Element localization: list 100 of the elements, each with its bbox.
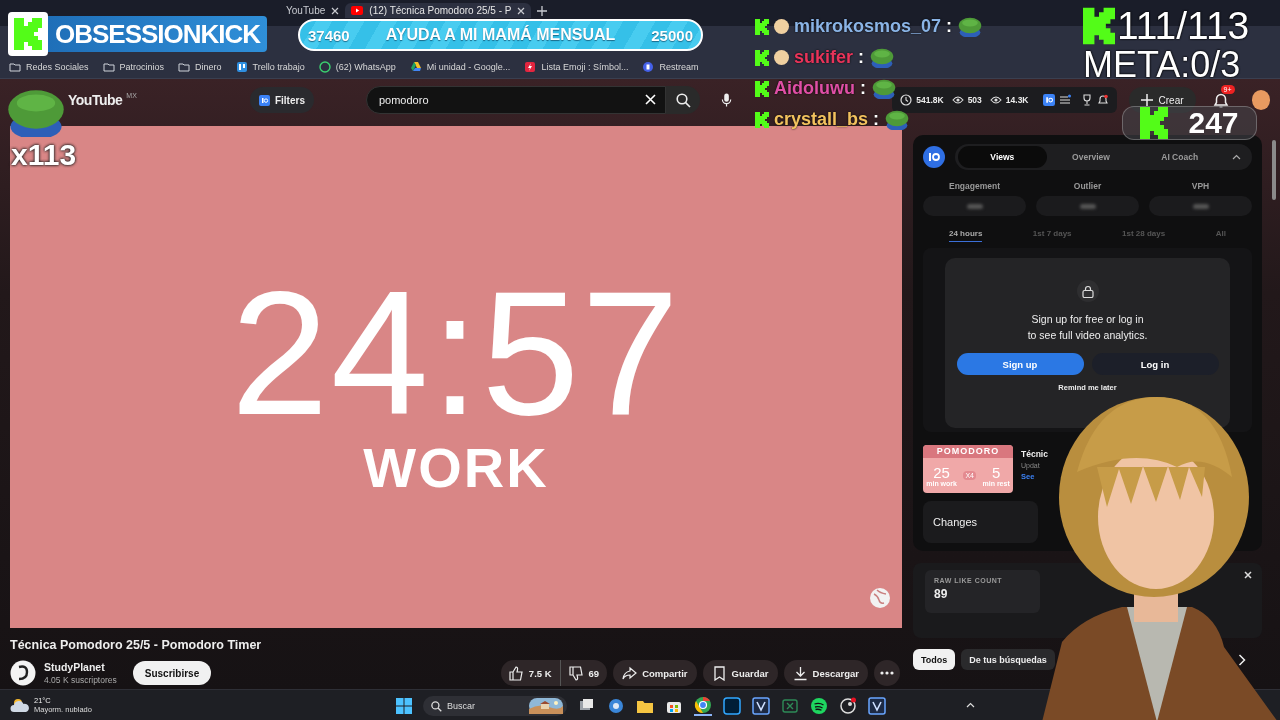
filters-button[interactable]: Filters <box>249 87 314 113</box>
windows-start-icon[interactable] <box>396 698 412 714</box>
filter-chip[interactable]: Todos <box>913 649 956 670</box>
filter-chip[interactable]: De tus búsquedas <box>961 649 1055 670</box>
thumbs-down-icon <box>568 665 584 681</box>
chat-separator: : <box>860 78 866 99</box>
goal-current: 37460 <box>308 26 350 44</box>
bookmark-link[interactable]: Mi unidad - Google... <box>409 61 511 73</box>
metric-label: Outlier <box>1073 181 1102 191</box>
gear-icon[interactable] <box>607 697 625 715</box>
video-title: Técnic <box>1021 449 1048 459</box>
bookmark-link[interactable]: Patrocinios <box>102 61 165 73</box>
stat-value: 89 <box>934 587 949 601</box>
microphone-icon[interactable] <box>721 92 733 108</box>
trophy-icon[interactable] <box>1080 94 1093 106</box>
globe-icon <box>869 587 891 609</box>
close-icon[interactable] <box>517 6 526 15</box>
analytics-tab[interactable]: AI Coach <box>1135 146 1224 168</box>
site-icon <box>409 61 422 73</box>
folder-icon <box>9 61 21 73</box>
iq-logo-icon[interactable] <box>1042 94 1055 106</box>
metric-label: VPH <box>1191 181 1210 191</box>
browser-tab[interactable]: (12) Técnica Pomodoro 25/5 - P <box>345 3 532 18</box>
clock-icon <box>900 94 913 106</box>
download-icon <box>792 665 808 681</box>
site-icon <box>235 61 248 73</box>
list-icon[interactable] <box>1058 94 1071 106</box>
scrollbar[interactable] <box>1272 140 1276 200</box>
bell-icon[interactable] <box>1096 94 1109 106</box>
chevron-right-icon[interactable] <box>1238 653 1246 666</box>
kick-logo-icon <box>14 18 42 50</box>
subscribe-button[interactable]: Suscribirse <box>132 661 212 685</box>
app-icon[interactable] <box>723 697 741 715</box>
bookmark-link[interactable]: Restream <box>642 61 699 73</box>
chat-username: mikrokosmos_07 <box>794 16 942 37</box>
like-button[interactable]: 7.5 K <box>500 660 560 686</box>
thumbnail-number: 5 <box>991 464 1001 480</box>
kick-badge-icon <box>755 80 769 97</box>
app-icon[interactable] <box>868 697 886 715</box>
app-icon[interactable] <box>752 697 770 715</box>
folder-icon <box>102 61 115 73</box>
subscriber-count: 4.05 K suscriptores <box>44 675 117 685</box>
changes-section[interactable]: Changes <box>923 501 1038 543</box>
youtube-logo[interactable]: YouTube <box>68 92 123 108</box>
bookmark-link[interactable]: Lista Emoji : Símbol... <box>524 61 629 73</box>
bookmark-link[interactable]: Dinero <box>178 61 222 73</box>
chat-separator: : <box>858 47 865 68</box>
goal-title: AYUDA A MI MAMÁ MENSUAL <box>385 26 616 44</box>
more-button[interactable] <box>874 660 900 686</box>
share-button[interactable]: Compartir <box>613 660 697 686</box>
signup-message: Sign up for free or log in to see full video analytics. <box>1027 312 1148 343</box>
bookmark-link[interactable]: (62) WhatsApp <box>318 61 396 73</box>
site-icon <box>318 61 331 73</box>
browser-icon[interactable] <box>694 696 712 716</box>
close-icon[interactable] <box>1244 571 1252 579</box>
bookmark-link[interactable]: Redes Sociales <box>9 61 89 73</box>
clear-icon[interactable] <box>644 94 656 105</box>
close-icon[interactable] <box>331 6 340 15</box>
dislike-button[interactable]: 69 <box>559 660 608 686</box>
thumbnail-number: 25 <box>933 464 950 480</box>
eye-icon <box>989 94 1002 106</box>
metric-label: Engagement <box>949 181 1000 191</box>
notifications-icon[interactable] <box>1211 91 1230 109</box>
goal-counter: META:0/3 <box>1083 48 1241 82</box>
iq-logo-icon <box>258 94 270 106</box>
analytics-tab[interactable]: Views <box>958 146 1047 168</box>
spreadsheet-icon[interactable] <box>781 697 799 715</box>
plus-icon <box>1140 94 1153 106</box>
stat-value: 541.8K <box>916 95 944 105</box>
kick-badge-icon <box>755 111 769 128</box>
chevron-up-icon[interactable] <box>966 702 975 708</box>
chat-separator: : <box>946 16 953 37</box>
login-button[interactable]: Log in <box>1091 353 1219 375</box>
cloud-icon <box>10 697 30 713</box>
kick-logo-icon <box>1083 7 1115 45</box>
create-button[interactable]: Crear <box>1128 87 1196 113</box>
analytics-tab[interactable]: Overview <box>1046 146 1136 168</box>
account-avatar[interactable] <box>1251 90 1270 110</box>
eye-icon <box>951 94 964 106</box>
iq-logo-icon[interactable] <box>923 146 945 168</box>
music-icon[interactable] <box>810 697 828 715</box>
more-icon <box>880 671 894 675</box>
chat-username: Aidoluwu <box>774 78 855 99</box>
range-tab[interactable]: 24 hours <box>949 226 983 242</box>
bookmark-link[interactable]: Trello trabajo <box>235 61 305 73</box>
search-field[interactable]: pomodoro <box>365 86 666 114</box>
lock-icon <box>1081 284 1094 298</box>
download-button[interactable]: Descargar <box>783 660 868 686</box>
save-button[interactable]: Guardar <box>702 660 778 686</box>
youtube-favicon-icon <box>351 6 364 15</box>
kick-badge-icon <box>755 18 769 35</box>
collapse-icon[interactable] <box>1232 154 1241 160</box>
search-button[interactable] <box>665 86 701 114</box>
emote-counter: x113 <box>11 139 77 171</box>
channel-avatar-icon[interactable] <box>10 660 36 686</box>
channel-name[interactable]: StudyPlanet <box>44 661 117 673</box>
browser-tab[interactable]: YouTube <box>280 3 346 18</box>
section-title: Changes <box>933 516 978 528</box>
new-tab-icon[interactable] <box>537 6 548 16</box>
signup-button[interactable]: Sign up <box>956 353 1084 375</box>
